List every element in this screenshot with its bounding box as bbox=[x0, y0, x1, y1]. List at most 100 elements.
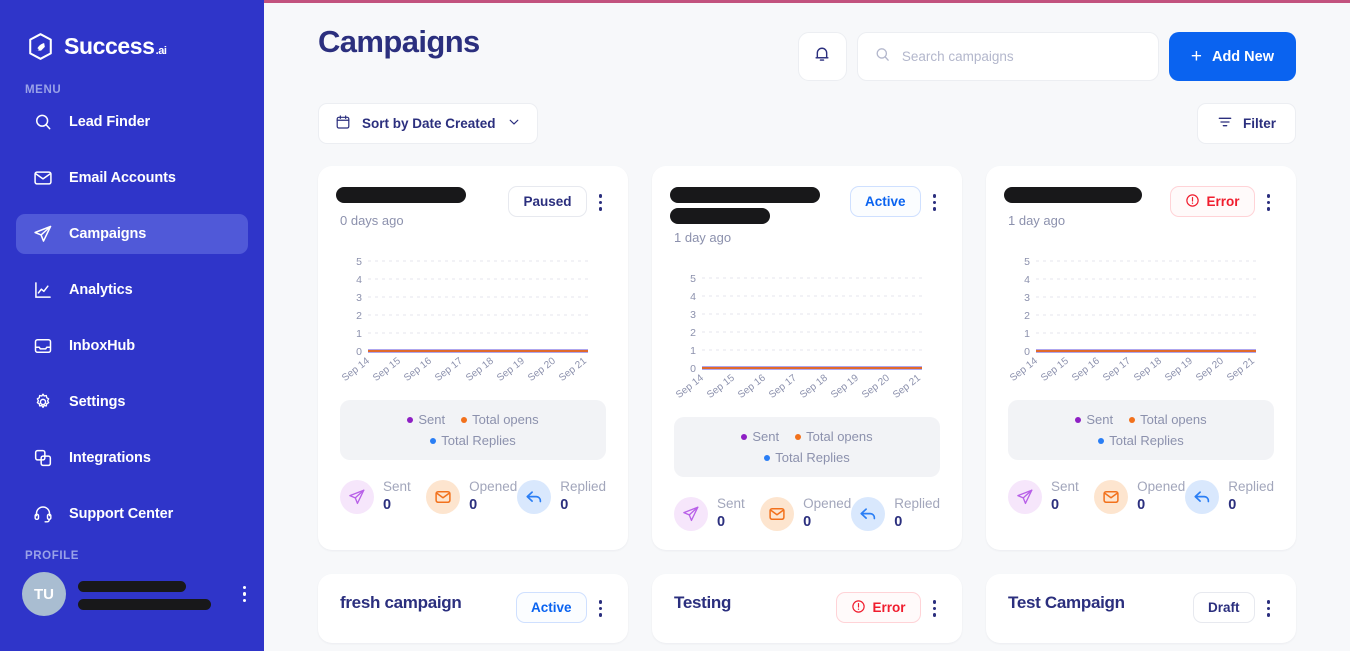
campaign-card[interactable]: fresh campaign Active bbox=[318, 574, 628, 643]
svg-text:Sep 20: Sep 20 bbox=[860, 372, 892, 399]
status-badge[interactable]: Active bbox=[515, 592, 587, 623]
campaign-title-redaction bbox=[1004, 187, 1142, 203]
legend-item-total-replies: Total Replies bbox=[1098, 431, 1184, 451]
status-badge-label: Paused bbox=[523, 194, 572, 209]
campaign-more-menu-icon[interactable] bbox=[929, 186, 941, 219]
svg-text:2: 2 bbox=[1024, 310, 1030, 322]
sort-by-date-created-button[interactable]: Sort by Date Created bbox=[318, 103, 538, 144]
sort-label: Sort by Date Created bbox=[362, 116, 496, 131]
svg-text:Sep 16: Sep 16 bbox=[402, 355, 434, 382]
svg-text:Sep 21: Sep 21 bbox=[891, 372, 923, 399]
plus-icon: + bbox=[1190, 46, 1202, 67]
rocket-badge-icon bbox=[26, 32, 55, 61]
headset-icon bbox=[32, 504, 53, 525]
svg-text:Sep 18: Sep 18 bbox=[464, 355, 496, 382]
stat-opened: Opened 0 bbox=[426, 478, 517, 515]
paper-plane-icon bbox=[340, 479, 374, 514]
svg-text:4: 4 bbox=[690, 291, 696, 303]
calendar-icon bbox=[335, 114, 351, 133]
campaign-more-menu-icon[interactable] bbox=[929, 592, 941, 625]
sidebar-menu-label: MENU bbox=[25, 84, 62, 96]
sidebar-item-settings[interactable]: Settings bbox=[16, 382, 248, 422]
legend-item-sent: Sent bbox=[1075, 410, 1113, 430]
svg-text:4: 4 bbox=[1024, 274, 1030, 286]
legend-item-total-replies: Total Replies bbox=[430, 431, 516, 451]
campaign-title bbox=[670, 186, 842, 228]
brand-logo[interactable]: Success .ai bbox=[0, 0, 264, 61]
legend-item-sent: Sent bbox=[407, 410, 445, 430]
stat-replied: Replied 0 bbox=[517, 478, 606, 515]
profile-name-redacted bbox=[78, 580, 186, 592]
x-axis-ticks: Sep 14 Sep 15 Sep 16 Sep 17 Sep 18 Sep 1… bbox=[340, 355, 589, 382]
svg-text:2: 2 bbox=[690, 327, 696, 339]
stat-opened: Opened 0 bbox=[1094, 478, 1185, 515]
campaign-title-redaction bbox=[670, 208, 770, 224]
campaign-card[interactable]: 1 day ago Error 5 4 3 2 1 0 Sep 14 Sep 1… bbox=[986, 166, 1296, 550]
profile-more-menu-icon[interactable] bbox=[239, 582, 251, 607]
profile-email-redacted bbox=[78, 598, 211, 610]
notifications-button[interactable] bbox=[797, 32, 847, 81]
filter-icon bbox=[1217, 114, 1233, 133]
status-badge[interactable]: Active bbox=[849, 186, 921, 217]
campaign-title: Testing bbox=[674, 593, 732, 612]
brand-name: Success .ai bbox=[64, 33, 167, 59]
svg-text:2: 2 bbox=[356, 310, 362, 322]
stat-value: 0 bbox=[383, 497, 392, 513]
campaign-more-menu-icon[interactable] bbox=[595, 592, 607, 625]
profile-row[interactable]: TU bbox=[0, 562, 264, 616]
campaign-card[interactable]: Testing Error bbox=[652, 574, 962, 643]
sidebar-item-label: Campaigns bbox=[69, 226, 147, 242]
status-badge[interactable]: Error bbox=[836, 592, 921, 623]
campaign-title: Test Campaign bbox=[1008, 593, 1125, 612]
svg-text:Sep 18: Sep 18 bbox=[1132, 355, 1164, 382]
campaign-grid-row-2: fresh campaign Active Testing Error Test… bbox=[318, 574, 1296, 643]
layers-icon bbox=[32, 448, 53, 469]
stat-sent: Sent 0 bbox=[340, 478, 426, 515]
svg-text:1: 1 bbox=[1024, 328, 1030, 340]
status-badge[interactable]: Error bbox=[1170, 186, 1255, 217]
svg-text:4: 4 bbox=[356, 274, 362, 286]
sidebar-item-support-center[interactable]: Support Center bbox=[16, 494, 248, 534]
sidebar-item-inboxhub[interactable]: InboxHub bbox=[16, 326, 248, 366]
reply-arrow-icon bbox=[517, 479, 552, 514]
status-badge[interactable]: Draft bbox=[1192, 592, 1255, 623]
sidebar-nav: Lead Finder Email Accounts Campaigns Ana… bbox=[0, 102, 264, 534]
svg-text:Sep 16: Sep 16 bbox=[1070, 355, 1102, 382]
campaign-card[interactable]: Test Campaign Draft bbox=[986, 574, 1296, 643]
sidebar-item-integrations[interactable]: Integrations bbox=[16, 438, 248, 478]
campaign-stats: Sent 0 Opened 0 Replied 0 bbox=[1008, 478, 1274, 515]
alert-circle-icon bbox=[1185, 193, 1200, 211]
stat-value: 0 bbox=[560, 497, 569, 513]
svg-text:5: 5 bbox=[690, 273, 696, 285]
svg-text:Sep 14: Sep 14 bbox=[1008, 355, 1040, 382]
svg-text:3: 3 bbox=[356, 292, 362, 304]
sidebar-item-lead-finder[interactable]: Lead Finder bbox=[16, 102, 248, 142]
sidebar-item-email-accounts[interactable]: Email Accounts bbox=[16, 158, 248, 198]
campaign-card[interactable]: 1 day ago Active 5 4 3 2 1 0 Sep 14 Sep … bbox=[652, 166, 962, 550]
legend-item-total-opens: Total opens bbox=[461, 410, 539, 430]
chart-line-icon bbox=[32, 280, 53, 301]
campaign-more-menu-icon[interactable] bbox=[595, 186, 607, 219]
stat-label: Sent bbox=[1051, 479, 1079, 494]
status-badge[interactable]: Paused bbox=[508, 186, 587, 217]
campaign-title bbox=[1004, 186, 1162, 207]
campaign-stats: Sent 0 Opened 0 Replied 0 bbox=[340, 478, 606, 515]
search-input[interactable] bbox=[901, 49, 1142, 64]
legend-item-total-opens: Total opens bbox=[1129, 410, 1207, 430]
search-campaigns-box[interactable] bbox=[856, 32, 1159, 81]
sidebar-item-campaigns[interactable]: Campaigns bbox=[16, 214, 248, 254]
paper-plane-icon bbox=[1008, 479, 1042, 514]
sidebar-item-label: Lead Finder bbox=[69, 114, 151, 130]
status-badge-label: Active bbox=[864, 194, 906, 209]
sidebar-item-analytics[interactable]: Analytics bbox=[16, 270, 248, 310]
add-new-button[interactable]: + Add New bbox=[1168, 32, 1296, 81]
app-root: Success .ai MENU Lead Finder Email Accoun… bbox=[0, 0, 1350, 651]
svg-text:Sep 20: Sep 20 bbox=[526, 355, 558, 382]
campaign-card[interactable]: 0 days ago Paused 5 4 3 2 1 0 Sep 14 Sep… bbox=[318, 166, 628, 550]
sidebar-item-label: InboxHub bbox=[69, 338, 136, 354]
paper-plane-icon bbox=[674, 496, 708, 531]
filter-button[interactable]: Filter bbox=[1196, 103, 1296, 144]
campaign-more-menu-icon[interactable] bbox=[1263, 592, 1275, 625]
campaign-title: fresh campaign bbox=[340, 593, 462, 612]
campaign-more-menu-icon[interactable] bbox=[1263, 186, 1275, 219]
